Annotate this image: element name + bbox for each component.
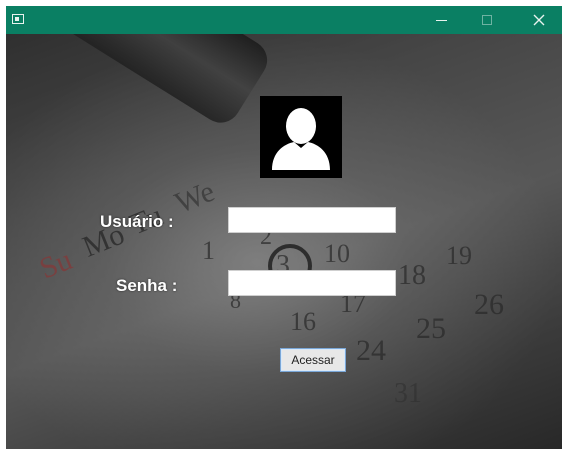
minimize-button[interactable]	[418, 6, 464, 34]
maximize-button[interactable]	[464, 6, 510, 34]
login-button[interactable]: Acessar	[280, 348, 346, 372]
username-label: Usuário :	[100, 212, 174, 231]
username-input[interactable]	[228, 207, 396, 233]
login-window: Su Mo Tu We 1 2 3 8 10 16 17 18 19 24 25…	[6, 6, 562, 449]
password-input[interactable]	[228, 270, 396, 296]
close-icon	[533, 14, 545, 26]
close-button[interactable]	[516, 6, 562, 34]
user-avatar	[260, 96, 342, 178]
user-silhouette-icon	[272, 108, 330, 170]
app-icon[interactable]	[12, 14, 24, 24]
password-label: Senha :	[116, 276, 178, 295]
title-bar[interactable]	[6, 6, 562, 34]
login-content: Su Mo Tu We 1 2 3 8 10 16 17 18 19 24 25…	[6, 34, 562, 449]
minimize-icon	[435, 19, 447, 21]
maximize-icon	[482, 15, 492, 25]
